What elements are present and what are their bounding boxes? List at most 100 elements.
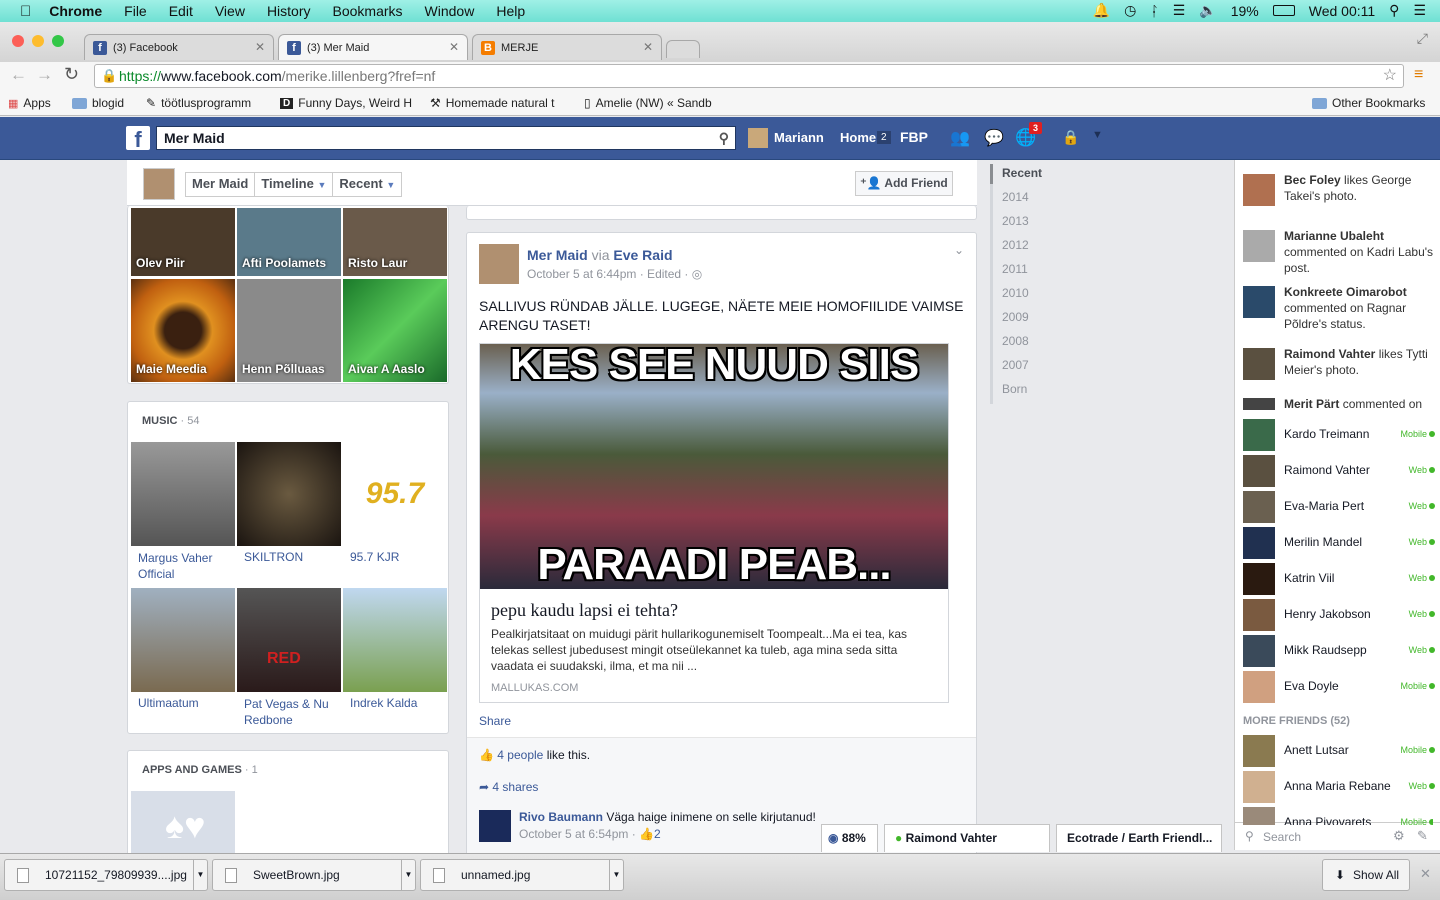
search-icon[interactable]: ⚲: [719, 127, 729, 149]
menu-edit[interactable]: Edit: [169, 3, 193, 19]
music-name[interactable]: 95.7 KJR: [350, 550, 399, 564]
music-name[interactable]: SKILTRON: [244, 550, 303, 564]
music-name[interactable]: Ultimaatum: [138, 696, 199, 710]
gear-icon[interactable]: ⚙: [1393, 828, 1405, 844]
volume-icon[interactable]: 🔈: [1199, 2, 1216, 19]
comment-timestamp[interactable]: October 5 at 6:54pm ·: [519, 827, 636, 841]
link-preview-image[interactable]: KES SEE NUUD SIIS PARAADI PEAB...: [480, 344, 948, 589]
avatar[interactable]: [479, 810, 511, 842]
forward-icon[interactable]: →: [36, 65, 53, 85]
close-tab-icon[interactable]: ✕: [643, 40, 653, 54]
chevron-down-icon[interactable]: ▼: [401, 860, 415, 890]
tab-mer-maid[interactable]: f (3) Mer Maid ✕: [278, 34, 468, 60]
shares-link[interactable]: 4 shares: [492, 780, 538, 794]
timeline-year-8[interactable]: 2007: [990, 353, 1060, 377]
friend-name[interactable]: Olev Piir: [136, 256, 185, 270]
friend-tile[interactable]: Aivar A Aaslo: [343, 279, 447, 382]
shares-summary[interactable]: ➦ 4 shares: [479, 780, 538, 794]
chevron-down-icon[interactable]: ▼: [193, 860, 207, 890]
chat-tab-ecotrade[interactable]: Ecotrade / Earth Friendl...: [1056, 824, 1222, 852]
timeline-year-7[interactable]: 2008: [990, 329, 1060, 353]
music-image[interactable]: [131, 442, 235, 546]
avatar[interactable]: [143, 168, 175, 200]
address-bar[interactable]: 🔒 https://www.facebook.com/merike.lillen…: [94, 64, 1404, 88]
bluetooth-icon[interactable]: ᛛ: [1150, 3, 1158, 19]
facebook-search-input[interactable]: Mer Maid ⚲: [156, 126, 736, 150]
battery-percent[interactable]: 19%: [1231, 3, 1259, 19]
ticker-actor[interactable]: Konkreete Oimarobot: [1284, 285, 1407, 299]
ticker-actor[interactable]: Marianne Ubaleht: [1284, 229, 1384, 243]
chat-tab-raimond[interactable]: ● Raimond Vahter: [884, 824, 1050, 852]
chrome-menu-icon[interactable]: ≡: [1414, 66, 1423, 84]
home-link[interactable]: Home: [840, 130, 876, 145]
friend-name[interactable]: Henn Põlluaas: [242, 362, 325, 376]
download-item[interactable]: 10721152_79809939....jpg ▼: [4, 859, 208, 891]
profile-name-link[interactable]: Mer Maid: [186, 173, 256, 196]
friend-name[interactable]: Maie Meedia: [136, 362, 207, 376]
music-image[interactable]: RED: [237, 588, 341, 692]
zoom-window-icon[interactable]: [52, 35, 64, 47]
likers-link[interactable]: 4 people: [497, 748, 543, 762]
chat-contact[interactable]: Anna Pivovarets Mobile: [1243, 805, 1433, 825]
ticker-actor[interactable]: Raimond Vahter: [1284, 347, 1375, 361]
friend-name[interactable]: Risto Laur: [348, 256, 407, 270]
chat-search-input[interactable]: Search: [1263, 830, 1301, 844]
avatar[interactable]: [479, 244, 519, 284]
close-tab-icon[interactable]: ✕: [449, 40, 459, 54]
chat-contact[interactable]: Mikk Raudsepp Web: [1243, 633, 1435, 669]
bookmark-amelie[interactable]: ▯ Amelie (NW) « Sandb: [584, 96, 712, 110]
timeline-year-4[interactable]: 2011: [990, 257, 1060, 281]
chat-tab-percent[interactable]: ◉ 88%: [821, 824, 878, 852]
bell-icon[interactable]: 🔔: [1093, 2, 1110, 19]
timeline-year-5[interactable]: 2010: [990, 281, 1060, 305]
menu-history[interactable]: History: [267, 3, 311, 19]
post-timestamp[interactable]: October 5 at 6:44pm · Edited ·: [527, 267, 688, 281]
fbp-link[interactable]: FBP: [900, 129, 928, 145]
friend-tile[interactable]: Afti Poolamets: [237, 208, 341, 276]
chat-contact[interactable]: Eva-Maria Pert Web: [1243, 489, 1435, 525]
music-image[interactable]: [343, 588, 447, 692]
chat-contact[interactable]: Raimond Vahter Web: [1243, 453, 1435, 489]
post-via-author[interactable]: Eve Raid: [613, 247, 672, 263]
timeline-year-6[interactable]: 2009: [990, 305, 1060, 329]
avatar[interactable]: [1243, 174, 1275, 206]
messages-icon[interactable]: 💬: [984, 128, 1004, 148]
chat-contact[interactable]: Anna Maria Rebane Web: [1243, 769, 1435, 805]
add-friend-button[interactable]: ⁺👤 Add Friend: [855, 171, 953, 196]
chat-contact[interactable]: Kardo Treimann Mobile: [1243, 417, 1435, 453]
bookmark-apps[interactable]: ▦ Apps: [8, 96, 51, 110]
timeline-year-0[interactable]: Recent: [990, 161, 1060, 185]
chat-contact[interactable]: Henry Jakobson Web: [1243, 597, 1435, 633]
kjr-logo-icon[interactable]: 95.7 KJR: [343, 442, 447, 546]
friend-name[interactable]: Afti Poolamets: [242, 256, 326, 270]
ticker-actor[interactable]: Merit Pärt: [1284, 397, 1339, 410]
close-tab-icon[interactable]: ✕: [255, 40, 265, 54]
bookmark-blogid[interactable]: blogid: [72, 96, 124, 110]
avatar[interactable]: [1243, 286, 1275, 318]
chat-contact[interactable]: Merilin Mandel Web: [1243, 525, 1435, 561]
facebook-logo-icon[interactable]: f: [126, 126, 150, 152]
timeline-year-3[interactable]: 2012: [990, 233, 1060, 257]
music-name[interactable]: Indrek Kalda: [350, 696, 417, 710]
spotlight-icon[interactable]: ⚲: [1389, 2, 1399, 19]
comment-author[interactable]: Rivo Baumann: [519, 810, 603, 824]
new-tab-button[interactable]: [666, 40, 700, 58]
profile-link[interactable]: Mariann: [774, 130, 824, 145]
friend-tile[interactable]: Maie Meedia: [131, 279, 235, 382]
chat-contact[interactable]: Anett Lutsar Mobile: [1243, 733, 1435, 769]
back-icon[interactable]: ←: [10, 65, 27, 85]
friend-tile[interactable]: Olev Piir: [131, 208, 235, 276]
menu-help[interactable]: Help: [496, 3, 525, 19]
close-icon[interactable]: ✕: [1420, 866, 1431, 882]
bookmark-other[interactable]: Other Bookmarks: [1312, 96, 1425, 110]
post-author[interactable]: Mer Maid: [527, 247, 588, 263]
notification-center-icon[interactable]: ☰: [1413, 2, 1426, 19]
avatar[interactable]: [1243, 230, 1275, 262]
timeline-year-9[interactable]: Born: [990, 377, 1060, 401]
music-image[interactable]: [237, 442, 341, 546]
menu-window[interactable]: Window: [425, 3, 475, 19]
tab-facebook[interactable]: f (3) Facebook ✕: [84, 34, 274, 60]
avatar[interactable]: [1243, 348, 1275, 380]
timeline-year-2[interactable]: 2013: [990, 209, 1060, 233]
minimize-window-icon[interactable]: [32, 35, 44, 47]
